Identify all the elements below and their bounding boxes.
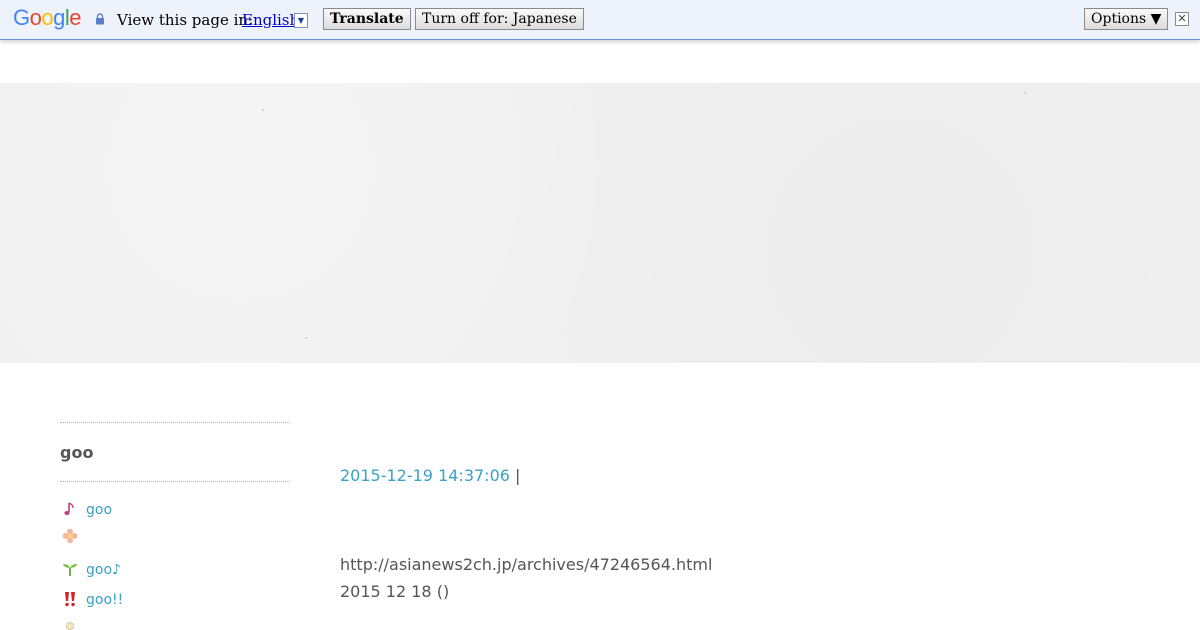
sidebar-title: goo xyxy=(60,443,94,462)
double-exclamation-icon xyxy=(65,592,75,607)
post-meta-separator: | xyxy=(515,466,521,485)
sidebar-divider xyxy=(60,481,290,482)
sidebar-item-icon-partial xyxy=(66,622,74,630)
language-link[interactable]: English xyxy=(242,11,299,29)
lock-icon xyxy=(96,13,104,25)
translate-bar: Google View this page in: English ▼ Tran… xyxy=(0,0,1200,40)
post-date-text: 2015 12 18 () xyxy=(340,582,450,601)
language-dropdown[interactable]: ▼ xyxy=(294,13,308,28)
sidebar-item-label: goo xyxy=(86,502,113,518)
logo-letter-g: G xyxy=(13,5,30,30)
source-url: http://asianews2ch.jp/archives/47246564.… xyxy=(340,555,713,574)
translate-button[interactable]: Translate xyxy=(323,8,411,30)
sidebar-item-label: goo♪ xyxy=(86,562,121,578)
flower-icon xyxy=(62,528,78,544)
header-banner xyxy=(0,83,1200,363)
sprout-icon xyxy=(63,564,77,576)
logo-letter-e: e xyxy=(69,5,82,30)
turn-off-button[interactable]: Turn off for: Japanese xyxy=(415,8,584,30)
google-logo: Google xyxy=(13,5,82,31)
logo-letter-o2: o xyxy=(41,5,54,30)
post-date-link[interactable]: 2015-12-19 14:37:06 xyxy=(340,466,510,486)
sidebar-item-label: goo!! xyxy=(86,592,124,608)
options-button[interactable]: Options ▼ xyxy=(1084,8,1169,30)
texture-speck xyxy=(305,337,307,339)
music-note-icon xyxy=(64,502,74,515)
sidebar-divider xyxy=(60,422,290,423)
logo-letter-g2: g xyxy=(53,5,65,30)
translate-prompt: View this page in: xyxy=(117,11,254,29)
close-icon[interactable]: ✕ xyxy=(1175,12,1189,26)
texture-speck xyxy=(262,109,264,111)
logo-letter-o1: o xyxy=(29,5,42,30)
chevron-down-icon: ▼ xyxy=(297,16,305,25)
texture-speck xyxy=(1024,92,1026,94)
